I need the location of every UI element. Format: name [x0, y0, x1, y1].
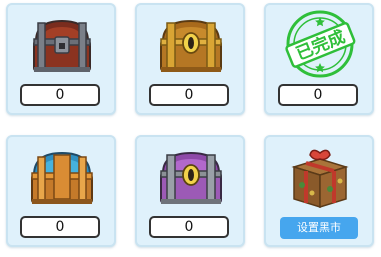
black-market-gift-box-icon [291, 149, 349, 209]
gold-treasure-chest-icon [160, 19, 222, 72]
gold-chest-count: 0 [149, 84, 229, 106]
gold-chest-card[interactable]: 0 [135, 3, 245, 115]
completed-stamp-icon: 已完成 [285, 10, 356, 78]
blue-chest-count: 0 [20, 216, 100, 238]
completed-card[interactable]: 已完成 0 [264, 3, 374, 115]
blue-treasure-chest-icon [31, 151, 93, 204]
purple-treasure-chest-icon [160, 151, 222, 204]
set-black-market-button[interactable]: 设置黑市 [280, 217, 358, 239]
black-market-card[interactable]: 设置黑市 [264, 135, 374, 247]
red-chest-count: 0 [20, 84, 100, 106]
red-chest-card[interactable]: 0 [6, 3, 116, 115]
red-treasure-chest-icon [33, 19, 91, 72]
completed-count: 0 [278, 84, 358, 106]
purple-chest-card[interactable]: 0 [135, 135, 245, 247]
blue-chest-card[interactable]: 0 [6, 135, 116, 247]
chest-grid: 0 0 已完成 0 0 0 设置黑市 [0, 0, 381, 257]
purple-chest-count: 0 [149, 216, 229, 238]
